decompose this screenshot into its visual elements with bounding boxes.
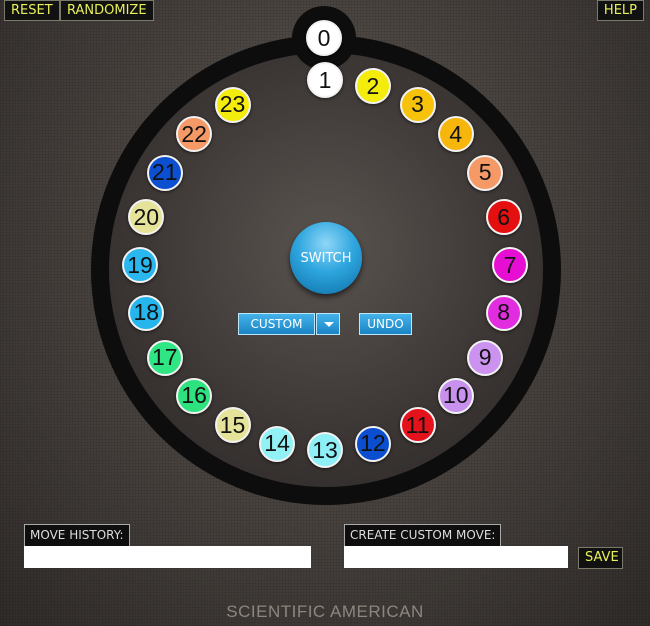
ring-token[interactable]: 3 bbox=[399, 86, 436, 123]
ring-token[interactable]: 9 bbox=[467, 339, 504, 376]
ring-token[interactable]: 11 bbox=[399, 407, 436, 444]
undo-button[interactable]: UNDO bbox=[359, 313, 412, 335]
move-history-field[interactable] bbox=[24, 546, 311, 568]
ring-token[interactable]: 19 bbox=[122, 247, 158, 283]
ring-token[interactable]: 18 bbox=[128, 294, 165, 331]
ring-token[interactable]: 5 bbox=[467, 154, 504, 191]
ring-token[interactable]: 10 bbox=[437, 377, 474, 414]
ring-token[interactable]: 17 bbox=[146, 339, 183, 376]
custom-move-select[interactable]: CUSTOM bbox=[238, 313, 315, 335]
ring-token[interactable]: 20 bbox=[128, 199, 165, 236]
chevron-down-icon[interactable] bbox=[316, 313, 340, 335]
ring-token[interactable]: 15 bbox=[214, 407, 251, 444]
save-button[interactable]: SAVE bbox=[578, 547, 623, 569]
ring-token[interactable]: 8 bbox=[485, 294, 522, 331]
ring-token[interactable]: 14 bbox=[259, 425, 296, 462]
ring-token[interactable]: 12 bbox=[354, 425, 391, 462]
custom-move-input[interactable] bbox=[344, 546, 568, 568]
reset-button[interactable]: RESET bbox=[4, 0, 60, 21]
ring-token[interactable]: 1 bbox=[307, 62, 343, 98]
ring-token[interactable]: 6 bbox=[485, 199, 522, 236]
custom-move-label: CREATE CUSTOM MOVE: bbox=[344, 524, 502, 546]
ring-token[interactable]: 21 bbox=[146, 154, 183, 191]
ring-token[interactable]: 22 bbox=[176, 116, 213, 153]
ring-token[interactable]: 13 bbox=[307, 432, 343, 468]
ring-token[interactable]: 4 bbox=[437, 116, 474, 153]
ring-token[interactable]: 16 bbox=[176, 377, 213, 414]
help-button[interactable]: HELP bbox=[596, 0, 644, 21]
ring-token[interactable]: 23 bbox=[214, 86, 251, 123]
brand-footer: SCIENTIFIC AMERICAN bbox=[226, 602, 424, 621]
switch-button[interactable]: SWITCH bbox=[290, 222, 362, 294]
ring-token[interactable]: 2 bbox=[354, 68, 391, 105]
move-history-label: MOVE HISTORY: bbox=[24, 524, 130, 546]
top-slot-token[interactable]: 0 bbox=[306, 20, 342, 56]
ring-token[interactable]: 7 bbox=[492, 247, 528, 283]
randomize-button[interactable]: RANDOMIZE bbox=[60, 0, 154, 21]
